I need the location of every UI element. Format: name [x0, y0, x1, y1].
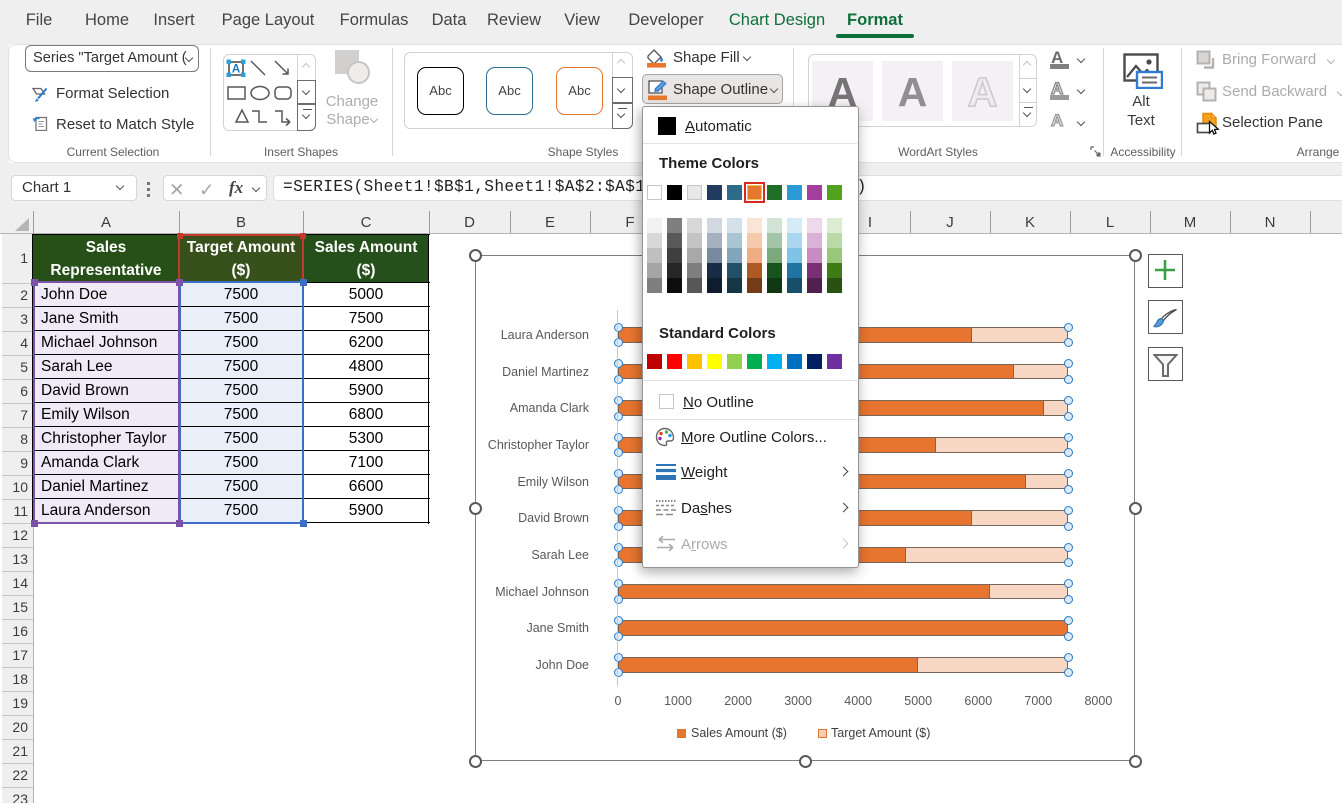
svg-text:A: A — [232, 64, 240, 76]
